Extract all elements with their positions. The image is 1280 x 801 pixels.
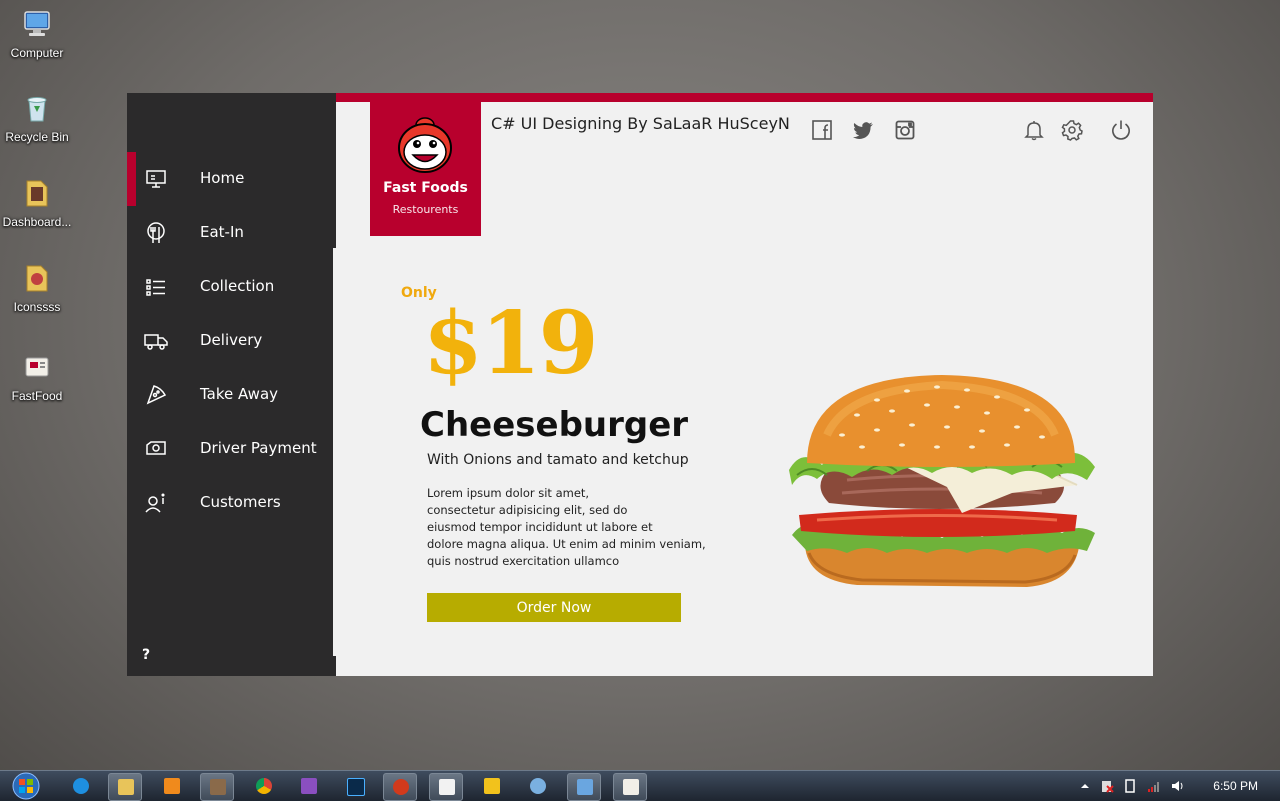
sidebar-item-customers[interactable]: Customers [127, 476, 336, 530]
monitor-icon [146, 170, 166, 188]
dining-icon [147, 222, 165, 243]
cheeseburger-image [789, 375, 1095, 587]
application-icon [210, 779, 226, 795]
taskbar-paint[interactable] [521, 773, 555, 799]
desktop-icon-label: Iconssss [13, 300, 61, 314]
sidebar-item-label: Delivery [200, 331, 263, 349]
internet-explorer-icon [73, 778, 89, 794]
show-hidden-icons-icon[interactable] [1078, 779, 1092, 793]
desktop-icon-dashboard[interactable]: Dashboard... [0, 177, 74, 229]
application-icon [25, 357, 49, 377]
device-icon[interactable] [1123, 779, 1137, 793]
order-now-button[interactable]: Order Now [427, 593, 681, 622]
desktop-icon-label: Recycle Bin [5, 130, 69, 144]
sidebar-item-label: Driver Payment [200, 439, 317, 457]
taskbar-compass-app[interactable] [383, 773, 417, 801]
gear-icon[interactable] [1061, 119, 1083, 141]
brand-logo: Fast Foods Restourents [370, 102, 481, 236]
taskbar-fastfood[interactable] [613, 773, 647, 801]
power-icon[interactable] [1110, 119, 1132, 141]
twitter-icon[interactable] [852, 119, 874, 141]
user-info-icon [145, 493, 165, 513]
desktop-icon-fastfood[interactable]: FastFood [0, 351, 74, 403]
product-name: Cheeseburger [420, 405, 689, 445]
product-subtitle: With Onions and tamato and ketchup [427, 452, 689, 468]
facebook-icon[interactable] [811, 119, 833, 141]
start-button[interactable] [6, 771, 46, 801]
chrome-icon [256, 778, 272, 794]
sidebar-item-driver-payment[interactable]: Driver Payment [127, 422, 336, 476]
photoshop-icon [347, 778, 365, 796]
network-icon[interactable] [1147, 779, 1161, 793]
instagram-icon[interactable] [894, 119, 916, 141]
taskbar-explorer[interactable] [108, 773, 142, 801]
list-icon [146, 279, 165, 296]
fastfood-app-window: Home Eat-In Collection Delivery Take Awa… [127, 93, 1153, 676]
paint-icon [530, 778, 546, 794]
window-icon [577, 779, 593, 795]
product-description: Lorem ipsum dolor sit amet, consectetur … [427, 486, 706, 568]
desktop-icon-iconssss[interactable]: Iconssss [0, 262, 74, 314]
truck-icon [144, 334, 168, 350]
sidebar-item-label: Collection [200, 277, 275, 295]
desktop-icon-label: FastFood [11, 389, 63, 403]
sidebar-item-home[interactable]: Home [127, 152, 336, 206]
brand-subtitle: Restourents [392, 203, 459, 216]
sidebar-item-eat-in[interactable]: Eat-In [127, 206, 336, 260]
sidebar-item-label: Customers [200, 493, 281, 511]
price: $19 [423, 293, 599, 394]
volume-icon[interactable] [1171, 779, 1185, 793]
desktop-icon-label: Computer [10, 46, 64, 60]
clock[interactable]: 6:50 PM [1213, 779, 1258, 793]
taskbar-ie[interactable] [64, 773, 98, 799]
taskbar-photoshop[interactable] [338, 773, 372, 799]
desktop-icon-label: Dashboard... [2, 215, 72, 229]
folder-icon [26, 180, 48, 207]
sidebar: Home Eat-In Collection Delivery Take Awa… [127, 93, 336, 676]
taskbar: 6:50 PM [0, 770, 1280, 801]
taskbar-window[interactable] [567, 773, 601, 801]
sidebar-item-label: Eat-In [200, 223, 244, 241]
bell-icon[interactable] [1023, 119, 1045, 141]
taskbar-sticky-notes[interactable] [475, 773, 509, 799]
sidebar-item-label: Take Away [200, 385, 279, 403]
sidebar-edge [333, 248, 336, 656]
desktop-icon-recycle-bin[interactable]: Recycle Bin [0, 92, 74, 144]
sidebar-item-label: Home [200, 169, 245, 187]
top-accent-bar [336, 93, 1153, 102]
taskbar-app-window[interactable] [200, 773, 234, 801]
media-player-icon [164, 778, 180, 794]
app-title: C# UI Designing By SaLaaR HuSceyN [491, 114, 790, 133]
active-indicator [127, 152, 136, 206]
visual-studio-icon [301, 778, 317, 794]
pizza-slice-icon [146, 385, 167, 405]
taskbar-c-app[interactable] [429, 773, 463, 801]
compass-icon [393, 779, 409, 795]
recycle-bin-icon [27, 97, 47, 122]
folder-icon [26, 265, 48, 292]
sticky-notes-icon [484, 778, 500, 794]
sidebar-item-take-away[interactable]: Take Away [127, 368, 336, 422]
desktop-icon-computer[interactable]: Computer [0, 8, 74, 60]
mascot-icon [398, 117, 452, 173]
cash-icon [146, 441, 166, 455]
fastfood-app-icon [623, 779, 639, 795]
help-button[interactable]: ? [142, 647, 150, 663]
sidebar-item-collection[interactable]: Collection [127, 260, 336, 314]
sidebar-item-delivery[interactable]: Delivery [127, 314, 336, 368]
taskbar-visual-studio[interactable] [292, 773, 326, 799]
taskbar-media-player[interactable] [155, 773, 189, 799]
c-app-icon [439, 779, 455, 795]
taskbar-chrome[interactable] [247, 773, 281, 799]
computer-icon [24, 11, 50, 36]
folder-icon [118, 779, 134, 795]
action-center-icon[interactable] [1100, 779, 1114, 793]
brand-name: Fast Foods [383, 180, 468, 196]
